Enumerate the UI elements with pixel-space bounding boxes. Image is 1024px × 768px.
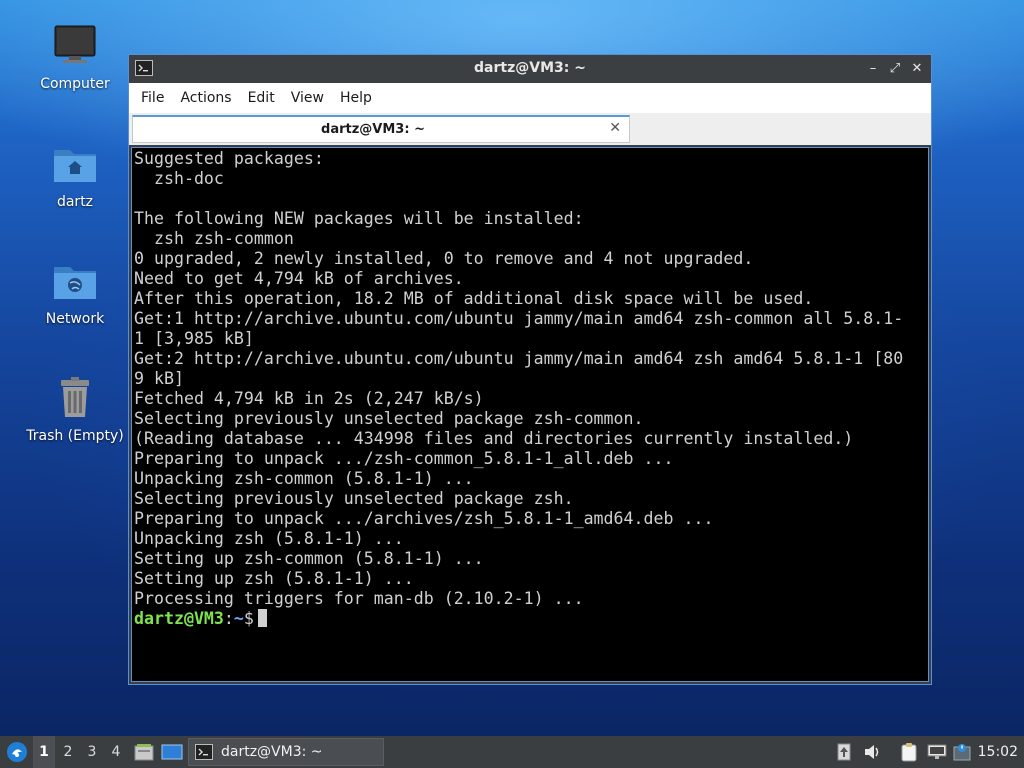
terminal-line: Selecting previously unselected package … [134, 489, 574, 508]
menu-file[interactable]: File [133, 83, 172, 113]
maximize-button[interactable]: ⤢ [885, 59, 905, 79]
menu-view[interactable]: View [283, 83, 332, 113]
file-manager-launcher[interactable] [132, 736, 156, 768]
file-manager-icon [134, 744, 154, 761]
terminal-line: Preparing to unpack .../archives/zsh_5.8… [134, 509, 714, 528]
terminal-line: 0 upgraded, 2 newly installed, 0 to remo… [134, 249, 754, 268]
close-button[interactable]: ✕ [907, 59, 927, 79]
desktop-icon-label: Trash (Empty) [26, 428, 124, 444]
prompt-user: dartz@VM3 [134, 609, 224, 628]
terminal-cursor [257, 609, 267, 627]
terminal-line: Unpacking zsh-common (5.8.1-1) ... [134, 469, 474, 488]
desktop-icon-label: dartz [56, 194, 94, 210]
restore-icon: ⤢ [889, 61, 901, 76]
home-folder-icon [54, 150, 96, 182]
minimize-icon: – [869, 61, 877, 76]
network-applet[interactable] [926, 736, 948, 768]
prompt-path: ~ [233, 609, 244, 628]
tab-label: dartz@VM3: ~ [321, 122, 425, 137]
terminal-line: zsh zsh-common [134, 229, 294, 248]
volume-icon [865, 745, 879, 759]
network-folder-icon [54, 267, 96, 299]
terminal-line: Selecting previously unselected package … [134, 409, 644, 428]
terminal-line: (Reading database ... 434998 files and d… [134, 429, 854, 448]
volume-control[interactable] [861, 736, 883, 768]
lubuntu-logo-icon [7, 742, 27, 762]
terminal-line: The following NEW packages will be insta… [134, 209, 584, 228]
notification-icon [953, 744, 971, 761]
terminal-line: Processing triggers for man-db (2.10.2-1… [134, 589, 584, 608]
clock[interactable]: 15:02 [978, 736, 1018, 768]
menu-help[interactable]: Help [332, 83, 380, 113]
prompt-sep: : [223, 609, 234, 628]
terminal-line: 1 [3,985 kB] [134, 329, 254, 348]
terminal-line: Setting up zsh-common (5.8.1-1) ... [134, 549, 484, 568]
workspace-3[interactable]: 3 [81, 736, 103, 768]
show-desktop-button[interactable] [160, 736, 184, 768]
terminal-line: Suggested packages: [134, 149, 324, 168]
terminal-line: Get:1 http://archive.ubuntu.com/ubuntu j… [134, 309, 904, 328]
terminal-prompt: dartz@VM3:~$ [134, 609, 903, 629]
terminal-tab[interactable]: dartz@VM3: ~ ✕ [132, 115, 630, 143]
menu-actions[interactable]: Actions [172, 83, 239, 113]
close-icon: ✕ [911, 61, 923, 76]
terminal-line: zsh-doc [134, 169, 224, 188]
workspace-1[interactable]: 1 [33, 736, 55, 768]
tab-close-icon[interactable]: ✕ [609, 120, 621, 136]
workspace-2[interactable]: 2 [57, 736, 79, 768]
terminal-task-icon [195, 744, 213, 760]
desktop-icon-network[interactable]: Network [24, 257, 126, 327]
terminal-line: Fetched 4,794 kB in 2s (2,247 kB/s) [134, 389, 484, 408]
desktop-icon-label: Network [45, 311, 105, 327]
notifications-applet[interactable] [952, 736, 972, 768]
terminal-line: Get:2 http://archive.ubuntu.com/ubuntu j… [134, 349, 904, 368]
clipboard-applet[interactable] [898, 736, 920, 768]
trash-icon [61, 377, 89, 417]
prompt-symbol: $ [243, 609, 254, 628]
desktop-icon [161, 744, 183, 760]
start-menu-button[interactable] [4, 736, 30, 768]
terminal-line: Need to get 4,794 kB of archives. [134, 269, 464, 288]
clipboard-icon [901, 743, 917, 762]
window-title: dartz@VM3: ~ [474, 60, 586, 76]
desktop-icon-trash[interactable]: Trash (Empty) [24, 374, 126, 444]
taskbar: 1 2 3 4 dartz@VM3: ~ 15:02 [0, 736, 1024, 768]
menu-edit[interactable]: Edit [240, 83, 283, 113]
desktop-icon-label: Computer [40, 76, 110, 92]
terminal-line: Unpacking zsh (5.8.1-1) ... [134, 529, 404, 548]
terminal-line: Setting up zsh (5.8.1-1) ... [134, 569, 414, 588]
terminal-text: Suggested packages: zsh-doc The following… [134, 149, 903, 629]
wired-network-icon [927, 744, 947, 759]
desktop-icon-computer[interactable]: Computer [24, 22, 126, 92]
tab-bar: dartz@VM3: ~ ✕ [129, 113, 931, 145]
terminal-output[interactable]: Suggested packages: zsh-doc The following… [131, 147, 929, 682]
terminal-line: 9 kB] [134, 369, 184, 388]
terminal-line: After this operation, 18.2 MB of additio… [134, 289, 814, 308]
update-notifier[interactable] [834, 736, 854, 768]
taskbar-terminal-task[interactable]: dartz@VM3: ~ [188, 738, 384, 766]
terminal-line: Preparing to unpack .../zsh-common_5.8.1… [134, 449, 674, 468]
menu-bar: File Actions Edit View Help [129, 83, 931, 114]
task-label: dartz@VM3: ~ [221, 744, 323, 760]
computer-icon [54, 25, 96, 63]
desktop-icon-home[interactable]: dartz [24, 140, 126, 210]
update-icon [837, 743, 851, 761]
terminal-window: dartz@VM3: ~ – ⤢ ✕ File Actions Edit Vie… [128, 54, 932, 685]
minimize-button[interactable]: – [863, 59, 883, 79]
window-titlebar[interactable]: dartz@VM3: ~ – ⤢ ✕ [129, 55, 931, 83]
workspace-4[interactable]: 4 [105, 736, 127, 768]
